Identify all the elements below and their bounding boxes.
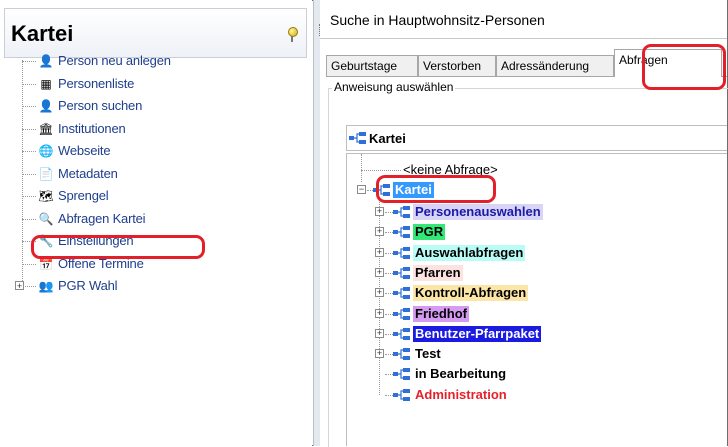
- tree-node-icon: [393, 246, 410, 259]
- tree-item-auswahlabfragen[interactable]: + Auswahlabfragen: [347, 243, 717, 263]
- tree-connector: [22, 218, 36, 220]
- nav-item-pgr-wahl[interactable]: + 👥 PGR Wahl: [12, 277, 292, 295]
- tree-node-icon: [393, 226, 410, 239]
- expand-icon[interactable]: +: [15, 281, 24, 291]
- tree-connector: [22, 61, 36, 62]
- person-add-icon: 👤: [38, 54, 54, 68]
- tree-item-label: Pfarren: [413, 264, 463, 281]
- expand-icon[interactable]: +: [375, 227, 384, 237]
- expand-icon[interactable]: +: [375, 349, 384, 359]
- person-search-icon: 👤: [38, 99, 54, 113]
- tree-item-personenauswahlen[interactable]: + Personenauswahlen: [347, 202, 717, 222]
- tree-connector: [22, 128, 36, 130]
- nav-item-abfragen-kartei[interactable]: 🔍 Abfragen Kartei: [12, 210, 292, 228]
- tab-verstorben[interactable]: Verstorben: [418, 55, 496, 76]
- institution-icon: 🏛: [38, 121, 54, 136]
- magnifier-icon: 🔍: [38, 211, 54, 226]
- expand-icon[interactable]: +: [375, 308, 384, 318]
- tree-connector: [22, 83, 36, 85]
- tree-item-label: Administration: [415, 386, 507, 402]
- tree-item-administration[interactable]: Administration: [347, 385, 717, 405]
- tree-connector: [22, 286, 36, 287]
- tree-node-icon: [393, 368, 410, 381]
- query-select-value: Kartei: [369, 131, 406, 146]
- tree-connector: [22, 151, 36, 152]
- people-icon: 👥: [38, 279, 54, 293]
- pin-icon[interactable]: [288, 27, 298, 42]
- tab-adressaenderung[interactable]: Adressänderung: [496, 55, 614, 76]
- collapse-icon[interactable]: −: [357, 185, 366, 194]
- nav-item-label: Personenliste: [58, 75, 135, 91]
- tree-item-kontroll-abfragen[interactable]: + Kontroll-Abfragen: [347, 283, 717, 303]
- query-select-combo[interactable]: Kartei: [346, 125, 727, 151]
- tree-item-label: Benutzer-Pfarrpaket: [413, 325, 542, 342]
- expand-icon[interactable]: +: [375, 328, 384, 338]
- nav-item-sprengel[interactable]: 🗺 Sprengel: [12, 187, 292, 205]
- tree-item-test[interactable]: + Test: [347, 344, 717, 364]
- map-icon: 🗺: [38, 189, 54, 203]
- tree-connector: [22, 173, 36, 175]
- nav-item-webseite[interactable]: 🌐 Webseite: [12, 142, 292, 160]
- nav-item-label: PGR Wahl: [58, 278, 118, 293]
- tree-guide-line: [361, 154, 362, 182]
- tree-node-icon: [393, 206, 410, 218]
- tree-item-label: Personenauswahlen: [413, 204, 543, 220]
- tree-node-icon: [393, 388, 410, 401]
- expand-icon[interactable]: +: [375, 267, 384, 277]
- tree-item-friedhof[interactable]: + Friedhof: [347, 304, 717, 324]
- statement-group-label: Anweisung auswählen: [332, 80, 456, 94]
- expand-icon[interactable]: +: [375, 288, 384, 298]
- tree-item-label: Test: [415, 346, 441, 362]
- tree-connector: [361, 170, 401, 171]
- tree-node-icon: [349, 132, 366, 144]
- tree-item-label: in Bearbeitung: [415, 366, 507, 382]
- nav-item-label: Institutionen: [58, 120, 126, 136]
- nav-item-label: Metadaten: [58, 165, 118, 181]
- list-icon: ▦: [40, 76, 52, 91]
- tree-item-label: Auswahlabfragen: [413, 244, 526, 261]
- nav-item-person-suchen[interactable]: 👤 Person suchen: [12, 97, 292, 115]
- metadata-icon: 📄: [38, 166, 54, 181]
- tree-item-label: Friedhof: [413, 305, 469, 322]
- left-pane-title: Kartei: [11, 21, 74, 46]
- title-divider: [320, 38, 727, 39]
- tree-node-icon: [393, 348, 410, 361]
- nav-item-label: Person neu anlegen: [58, 53, 171, 68]
- tree-connector: [22, 106, 36, 107]
- highlight-root-kartei: [376, 175, 496, 203]
- query-pane-title: Suche in Hauptwohnsitz-Personen: [330, 12, 545, 28]
- highlight-abfragen-kartei: [31, 235, 205, 259]
- tree-item-benutzer-pfarrpaket[interactable]: + Benutzer-Pfarrpaket: [347, 324, 717, 344]
- tab-geburtstage[interactable]: Geburtstage: [326, 55, 418, 76]
- expand-icon[interactable]: +: [375, 207, 384, 216]
- navigation-tree: 👤 Person neu anlegen ▦ Personenliste 👤 Person…: [12, 52, 302, 332]
- nav-item-label: Person suchen: [58, 98, 143, 113]
- tree-item-pfarren[interactable]: + Pfarren: [347, 263, 717, 283]
- tree-node-icon: [393, 287, 410, 300]
- nav-item-label: Sprengel: [58, 188, 109, 203]
- nav-item-label: Abfragen Kartei: [58, 210, 146, 226]
- nav-item-institutionen[interactable]: 🏛 Institutionen: [12, 120, 292, 138]
- tree-item-label: PGR: [413, 224, 446, 241]
- tree-node-icon: [393, 327, 410, 340]
- left-navigation-pane: Kartei 👤 Person neu anlegen ▦ Personenliste…: [0, 0, 312, 446]
- expand-icon[interactable]: +: [375, 247, 384, 257]
- tree-node-icon: [393, 307, 410, 320]
- tree-connector: [22, 196, 36, 197]
- nav-item-personenliste[interactable]: ▦ Personenliste: [12, 75, 292, 93]
- nav-item-label: Webseite: [58, 143, 111, 158]
- tree-item-in-bearbeitung[interactable]: in Bearbeitung: [347, 364, 717, 384]
- nav-item-person-neu-anlegen[interactable]: 👤 Person neu anlegen: [12, 52, 292, 70]
- tree-item-pgr[interactable]: + PGR: [347, 222, 717, 242]
- tree-node-icon: [393, 266, 410, 279]
- tree-connector: [22, 263, 36, 265]
- globe-icon: 🌐: [38, 144, 54, 158]
- tree-item-label: Kontroll-Abfragen: [413, 285, 529, 302]
- nav-item-metadaten[interactable]: 📄 Metadaten: [12, 165, 292, 183]
- left-pane-header: Kartei: [4, 8, 307, 58]
- highlight-tab-abfragen: [642, 44, 726, 90]
